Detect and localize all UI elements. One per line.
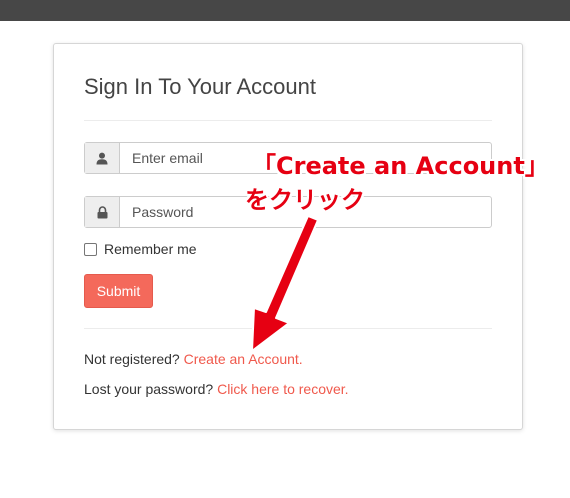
lost-password-text: Lost your password?	[84, 381, 218, 397]
divider-bottom	[84, 328, 492, 329]
remember-me-row: Remember me	[84, 241, 197, 257]
not-registered-text: Not registered?	[84, 351, 184, 367]
user-icon	[85, 143, 120, 173]
remember-me-checkbox[interactable]	[84, 242, 97, 256]
divider-top	[84, 120, 492, 121]
top-bar	[0, 0, 570, 21]
annotation-title: 「Create an Account」	[252, 152, 549, 180]
remember-me-label[interactable]: Remember me	[104, 241, 197, 257]
sign-in-card: Sign In To Your Account Remember me Subm…	[53, 43, 523, 430]
recover-link[interactable]: Click here to recover.	[217, 381, 349, 397]
register-line: Not registered? Create an Account.	[84, 351, 303, 367]
recover-line: Lost your password? Click here to recove…	[84, 381, 349, 397]
lock-icon	[85, 197, 120, 227]
page-title: Sign In To Your Account	[84, 74, 316, 99]
create-account-link[interactable]: Create an Account.	[184, 351, 303, 367]
submit-button[interactable]: Submit	[84, 274, 153, 308]
annotation-instruction: をクリック	[245, 186, 365, 214]
